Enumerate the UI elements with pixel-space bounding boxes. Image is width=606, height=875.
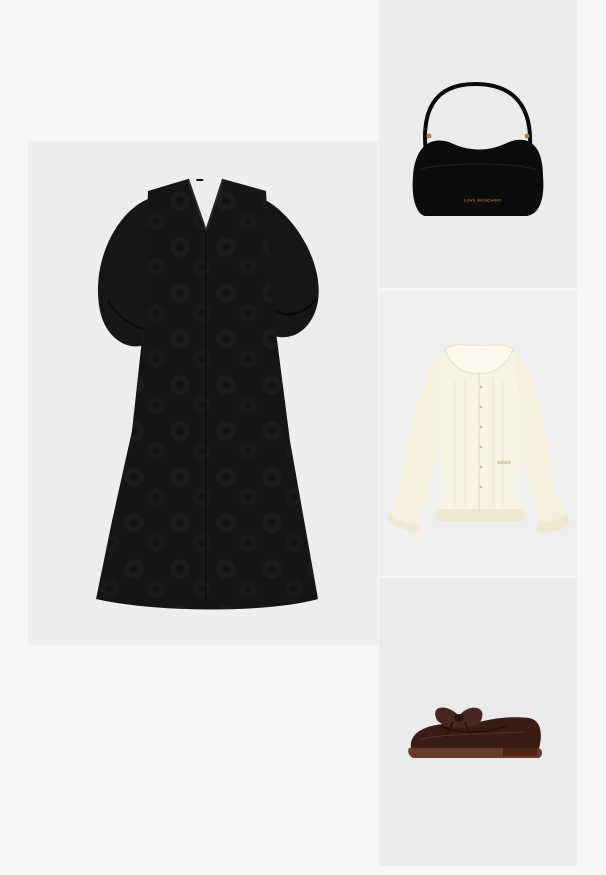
- bow-loafer-image: [408, 707, 542, 758]
- loafer-product-tile[interactable]: [379, 578, 577, 866]
- cream-ruffle-top-image: [387, 344, 569, 533]
- bag-product-tile[interactable]: LOVE MOSCHINO: [379, 0, 577, 288]
- dress-product-tile[interactable]: [28, 141, 378, 645]
- black-dress-image: [96, 178, 319, 610]
- black-shoulder-bag-image: LOVE MOSCHINO: [412, 81, 544, 216]
- bag-brand-label: LOVE MOSCHINO: [464, 198, 502, 203]
- top-product-tile[interactable]: [379, 291, 577, 576]
